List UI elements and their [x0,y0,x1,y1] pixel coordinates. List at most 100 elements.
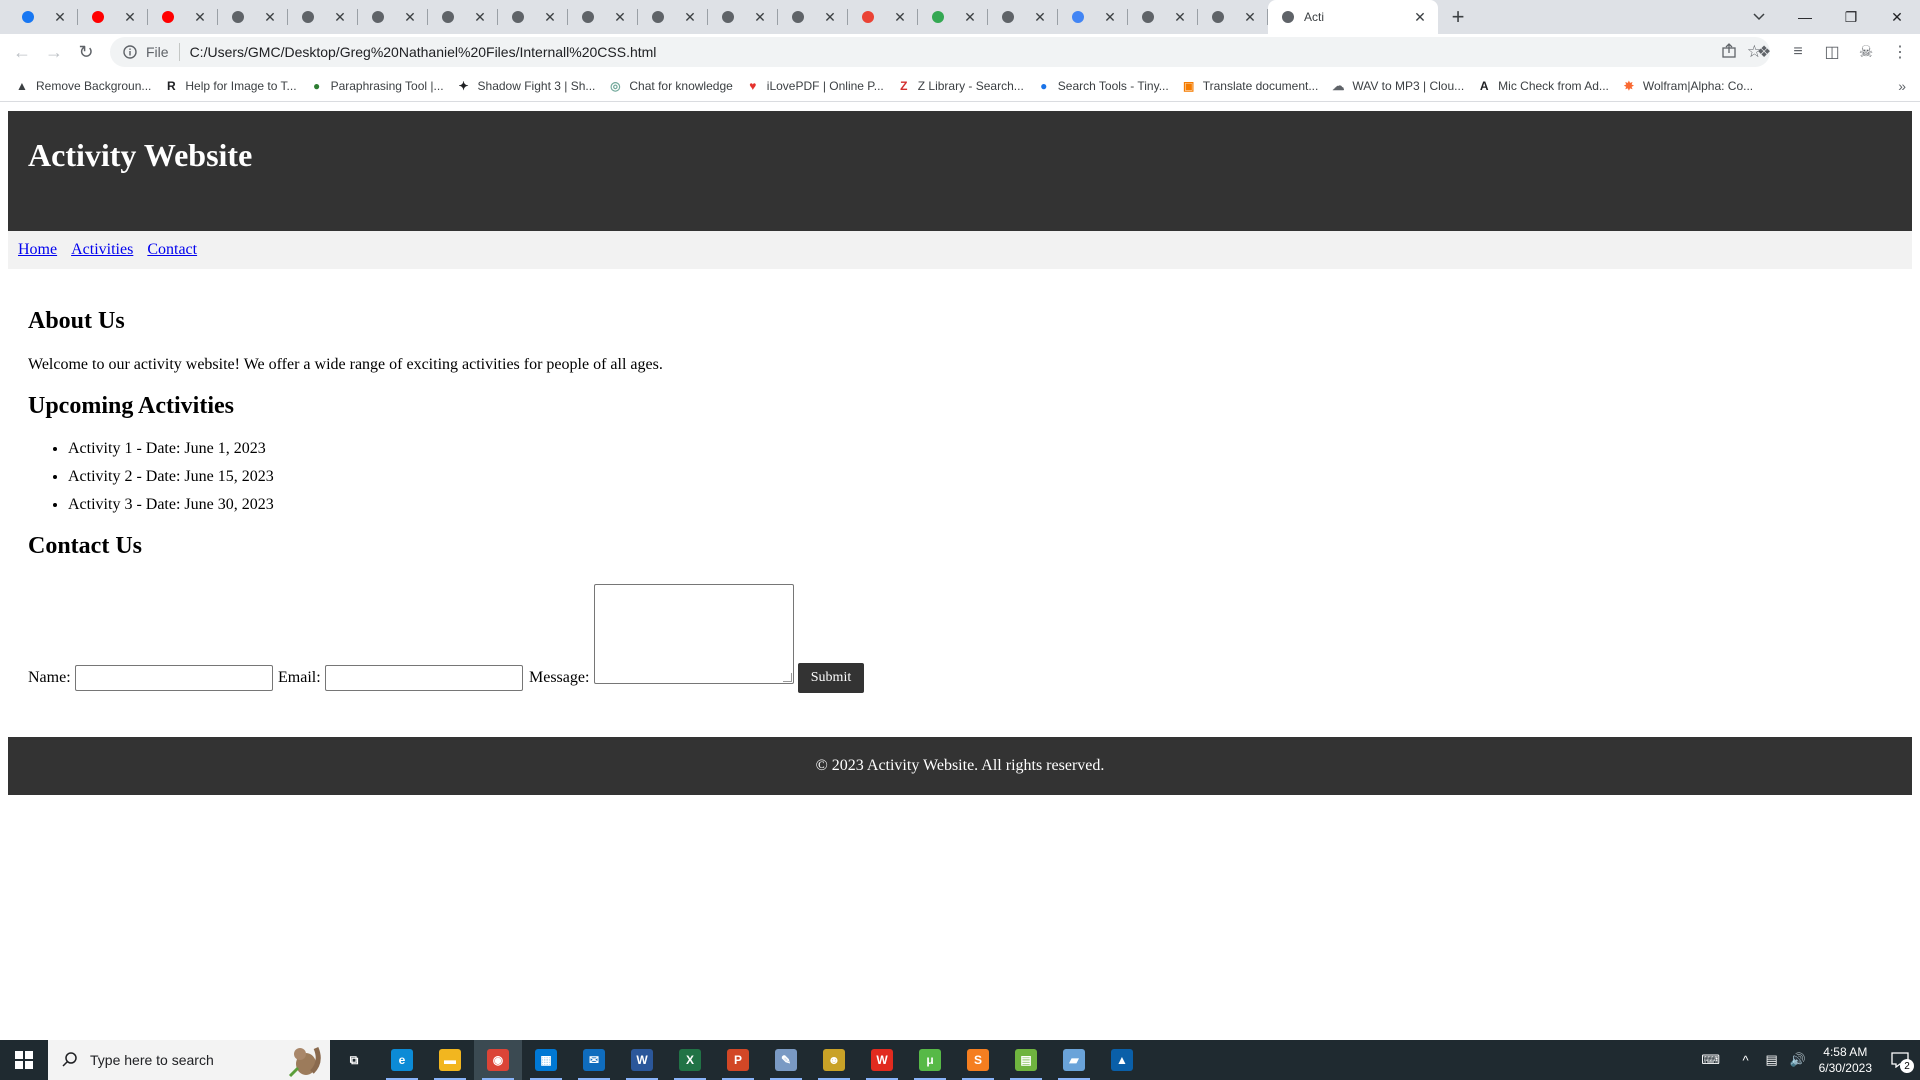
paint-icon[interactable]: ✎ [762,1040,810,1080]
tab[interactable]: Gro✕ [988,0,1058,34]
bookmark-item[interactable]: ♥ iLovePDF | Online P... [741,74,892,98]
bookmark-item[interactable]: ▣ Translate document... [1177,74,1327,98]
reload-icon[interactable]: ↻ [70,36,102,68]
bookmark-item[interactable]: ● Search Tools - Tiny... [1032,74,1177,98]
word-icon[interactable]: W [618,1040,666,1080]
bookmarks-overflow-icon[interactable]: » [1898,70,1906,102]
taskbar-search-box[interactable]: Type here to search [48,1040,330,1080]
close-tab-icon[interactable]: ✕ [1102,9,1118,25]
sublime-icon[interactable]: S [954,1040,1002,1080]
close-tab-icon[interactable]: ✕ [332,9,348,25]
minimize-icon[interactable]: — [1782,0,1828,34]
restore-icon[interactable]: ❐ [1828,0,1874,34]
bookmark-item[interactable]: R Help for Image to T... [159,74,304,98]
tab[interactable]: file:/✕ [218,0,288,34]
tab[interactable]: ifran✕ [428,0,498,34]
url-text[interactable]: C:/Users/GMC/Desktop/Greg%20Nathaniel%20… [190,44,657,60]
extensions-puzzle-icon[interactable]: ❖ [1750,38,1778,66]
excel-icon[interactable]: X [666,1040,714,1080]
tab[interactable]: Pers✕ [358,0,428,34]
close-tab-icon[interactable]: ✕ [682,9,698,25]
tab[interactable]: Inte✕ [1058,0,1128,34]
close-tab-icon[interactable]: ✕ [1172,9,1188,25]
address-bar[interactable]: File C:/Users/GMC/Desktop/Greg%20Nathani… [110,37,1770,67]
tab[interactable]: Cañ✕ [1198,0,1268,34]
tab[interactable]: (193✕ [78,0,148,34]
bookmark-item[interactable]: Z Z Library - Search... [892,74,1032,98]
network-icon[interactable]: ▤ [1759,1052,1785,1068]
chrome-icon[interactable]: ◉ [474,1040,522,1080]
utorrent-icon[interactable]: μ [906,1040,954,1080]
tab[interactable]: My✕ [708,0,778,34]
bookmark-item[interactable]: A Mic Check from Ad... [1472,74,1617,98]
bookmark-item[interactable]: ● Paraphrasing Tool |... [305,74,452,98]
tab-search-chevron-icon[interactable] [1736,0,1782,34]
close-tab-icon[interactable]: ✕ [1412,9,1428,25]
tab[interactable]: My✕ [638,0,708,34]
bookmark-item[interactable]: ☁ WAV to MP3 | Clou... [1326,74,1472,98]
side-panel-icon[interactable]: ◫ [1818,38,1846,66]
tab[interactable]: Reco✕ [918,0,988,34]
close-tab-icon[interactable]: ✕ [1032,9,1048,25]
powerpoint-icon[interactable]: P [714,1040,762,1080]
close-window-icon[interactable]: ✕ [1874,0,1920,34]
email-input[interactable] [325,665,523,691]
tab[interactable]: (2) N✕ [8,0,78,34]
close-tab-icon[interactable]: ✕ [192,9,208,25]
notepad-icon[interactable]: ▰ [1050,1040,1098,1080]
reading-list-icon[interactable]: ≡ [1784,38,1812,66]
volume-icon[interactable]: 🔊 [1785,1052,1811,1068]
close-tab-icon[interactable]: ✕ [1242,9,1258,25]
edge-icon[interactable]: e [378,1040,426,1080]
back-arrow-icon[interactable]: ← [6,36,38,68]
tab[interactable]: (con✕ [288,0,358,34]
close-tab-icon[interactable]: ✕ [122,9,138,25]
resize-grip-icon[interactable] [783,673,792,682]
windows-start-icon[interactable] [0,1040,48,1080]
new-tab-plus-icon[interactable]: + [1444,3,1472,31]
tab[interactable]: (193✕ [148,0,218,34]
tab[interactable]: Acti ✕ [1268,0,1438,34]
name-input[interactable] [75,665,273,691]
tab[interactable]: Con✕ [1128,0,1198,34]
wps-icon[interactable]: W [858,1040,906,1080]
task-view-icon[interactable]: ⧉ [330,1040,378,1080]
close-tab-icon[interactable]: ✕ [52,9,68,25]
close-tab-icon[interactable]: ✕ [892,9,908,25]
tab[interactable]: My✕ [568,0,638,34]
tab[interactable]: Fran✕ [778,0,848,34]
bookmark-item[interactable]: ▲ Remove Backgroun... [10,74,159,98]
photos-icon[interactable]: ▲ [1098,1040,1146,1080]
bookmark-item[interactable]: ✸ Wolfram|Alpha: Co... [1617,74,1761,98]
nav-link-activities[interactable]: Activities [71,241,133,259]
close-tab-icon[interactable]: ✕ [752,9,768,25]
share-icon[interactable] [1721,42,1737,62]
close-tab-icon[interactable]: ✕ [402,9,418,25]
close-tab-icon[interactable]: ✕ [612,9,628,25]
forward-arrow-icon[interactable]: → [38,36,70,68]
bookmark-item[interactable]: ✦ Shadow Fight 3 | Sh... [452,74,604,98]
site-info-icon[interactable] [118,45,142,59]
notification-center-icon[interactable]: 2 [1880,1040,1920,1080]
close-tab-icon[interactable]: ✕ [822,9,838,25]
tab[interactable]: Kael✕ [498,0,568,34]
submit-button[interactable]: Submit [798,663,864,693]
game-icon[interactable]: ☻ [810,1040,858,1080]
message-textarea[interactable] [594,584,794,684]
file-explorer-icon[interactable]: ▬ [426,1040,474,1080]
keyboard-icon[interactable]: ⌨ [1689,1052,1733,1068]
tab[interactable]: Sent✕ [848,0,918,34]
mail-icon[interactable]: ✉ [570,1040,618,1080]
notes-icon[interactable]: ▤ [1002,1040,1050,1080]
clock[interactable]: 4:58 AM 6/30/2023 [1811,1044,1880,1076]
close-tab-icon[interactable]: ✕ [962,9,978,25]
nav-link-home[interactable]: Home [18,241,57,259]
close-tab-icon[interactable]: ✕ [542,9,558,25]
tray-chevron-up-icon[interactable]: ^ [1733,1053,1759,1068]
extension-pin-icon[interactable]: ☠ [1852,38,1880,66]
close-tab-icon[interactable]: ✕ [262,9,278,25]
nav-link-contact[interactable]: Contact [147,241,197,259]
menu-kebab-icon[interactable]: ⋮ [1886,38,1914,66]
bookmark-item[interactable]: ◎ Chat for knowledge [603,74,740,98]
store-icon[interactable]: ▦ [522,1040,570,1080]
